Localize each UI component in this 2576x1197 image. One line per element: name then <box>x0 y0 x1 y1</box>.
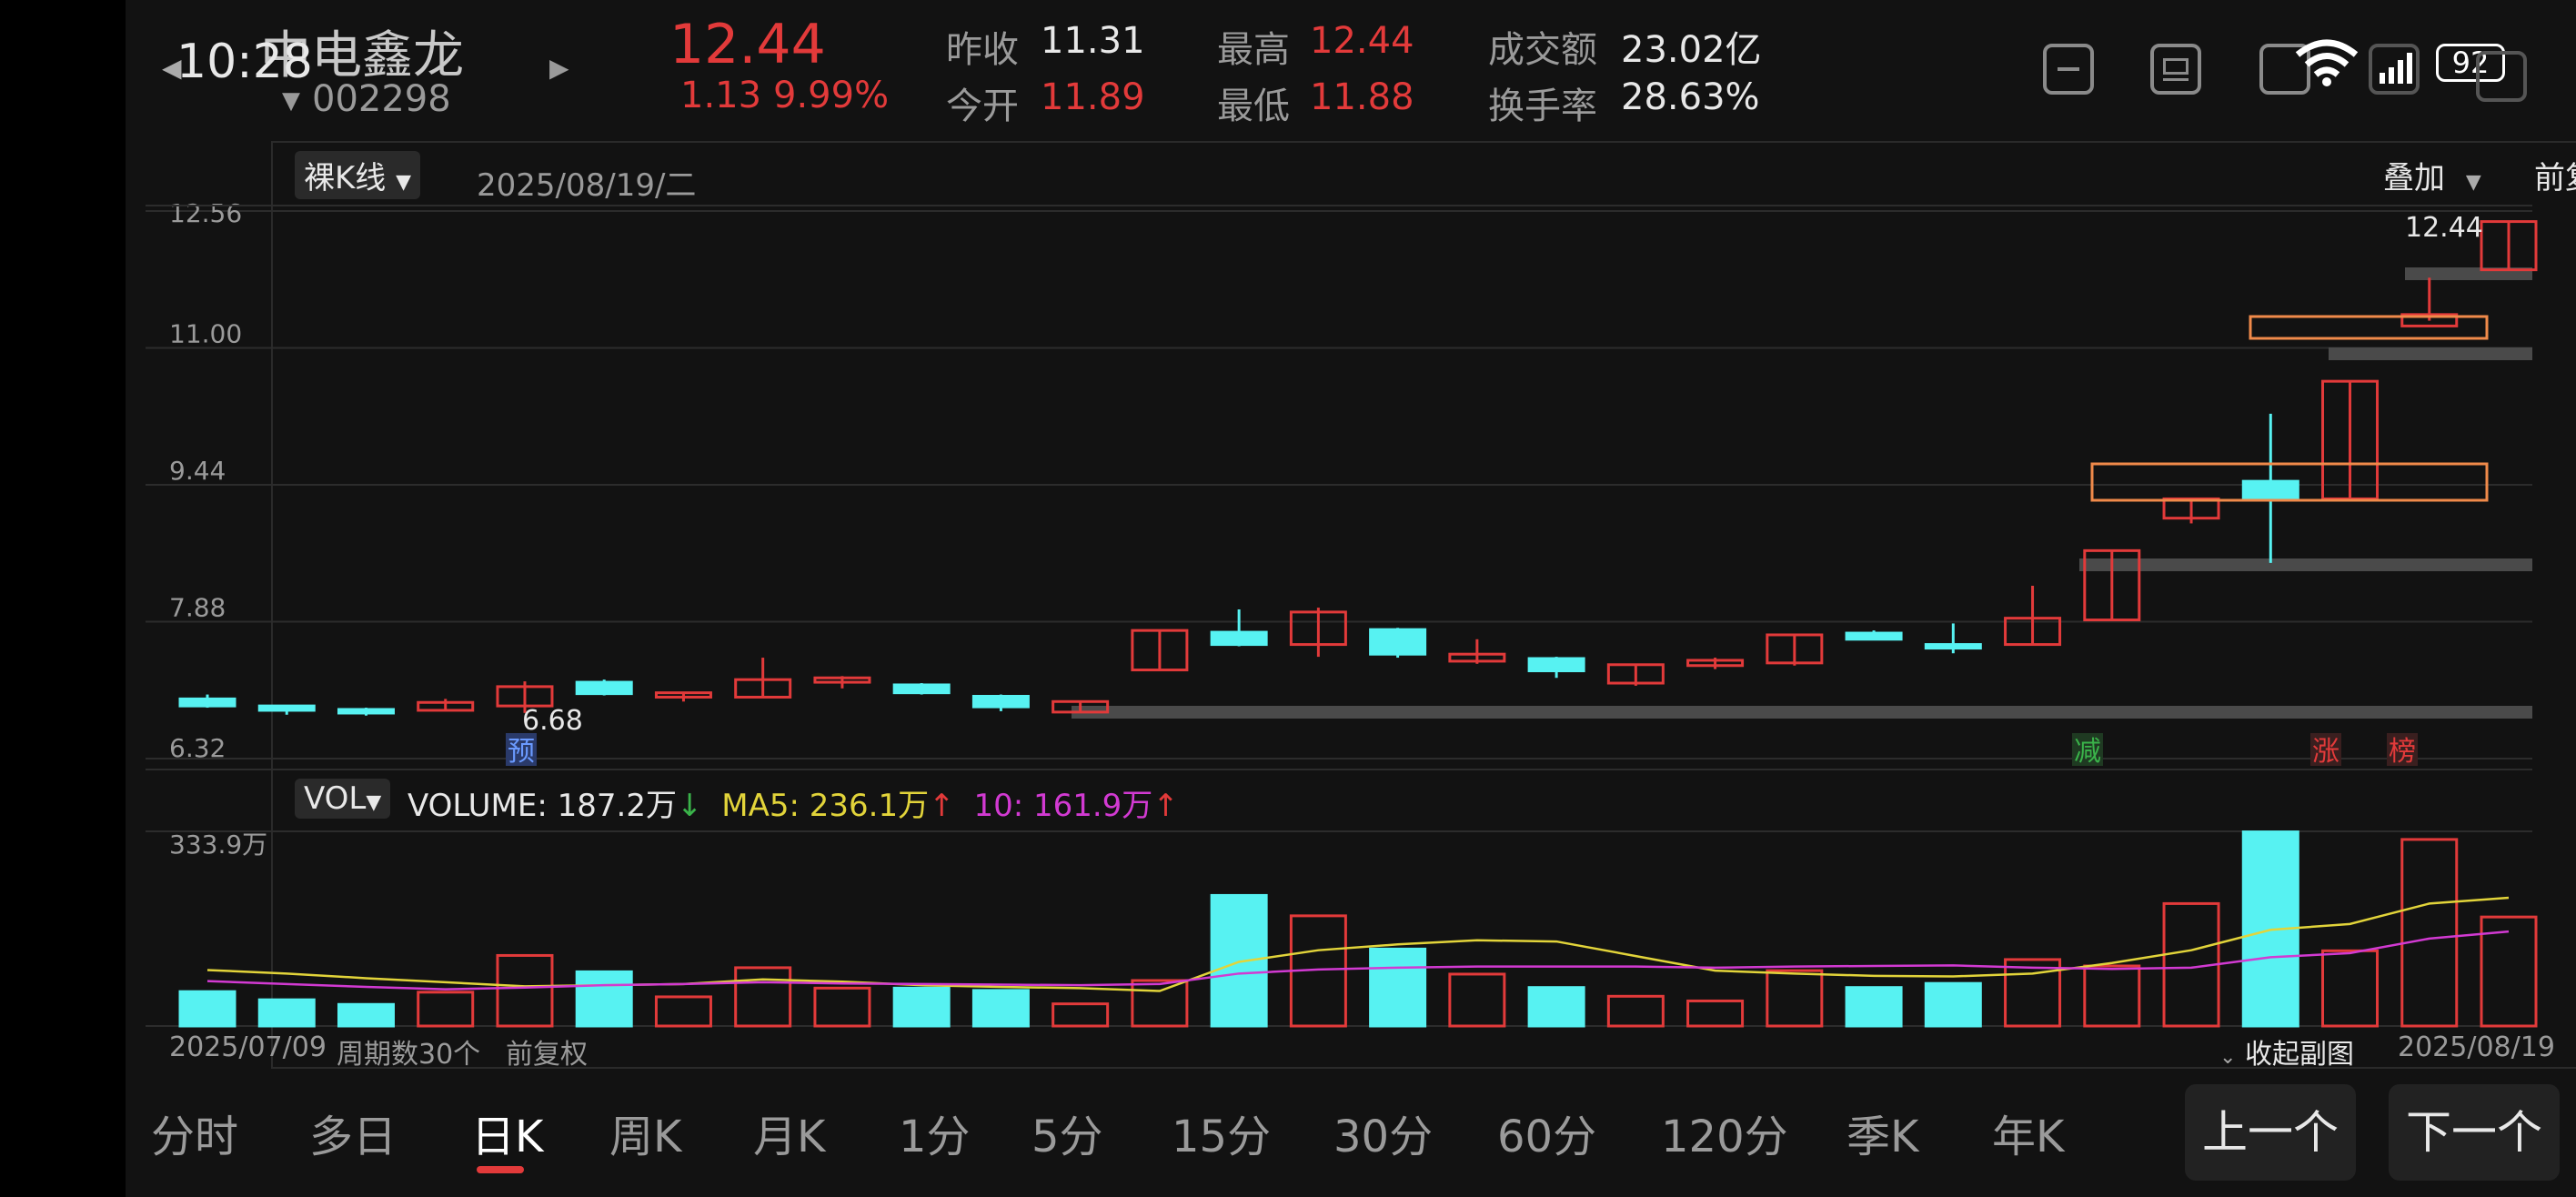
prev-close-value: 11.31 <box>1041 20 1145 62</box>
stock-code: 002298 <box>312 78 451 120</box>
volume-max-label: 333.9万 <box>169 830 267 860</box>
tab-11[interactable]: 季K <box>1846 1101 1918 1164</box>
stock-app: ◀ 10:28 中电鑫龙 ▼ 002298 ▶ 12.44 1.13 9.99%… <box>126 0 2576 1197</box>
open-label: 今开 <box>946 86 1019 127</box>
collapse-subchart-button[interactable]: ⌄ 收起副图 <box>2219 1031 2354 1071</box>
y-tick-label: 9.44 <box>169 456 226 486</box>
caret-down-icon: ▼ <box>2465 171 2481 194</box>
ma10-value: 10: 161.9万 <box>973 788 1153 824</box>
layout-icon[interactable] <box>2476 51 2527 102</box>
y-tick-label: 7.88 <box>169 593 226 623</box>
up-arrow-icon: ↑ <box>929 788 955 824</box>
low-value: 11.88 <box>1310 76 1414 118</box>
overlay-label: 叠加 <box>2383 160 2445 196</box>
overlay-dropdown[interactable]: 叠加 ▼ <box>2383 153 2481 197</box>
next-stock-button[interactable]: 下一个 <box>2389 1084 2560 1181</box>
minus-icon[interactable] <box>2043 44 2094 95</box>
active-tab-indicator <box>477 1166 524 1173</box>
tab-7[interactable]: 15分 <box>1172 1101 1271 1164</box>
tab-4[interactable]: 月K <box>753 1101 825 1164</box>
high-label: 最高 <box>1217 29 1290 71</box>
candle-body <box>178 697 236 708</box>
period-count: 周期数30个 <box>337 1039 481 1071</box>
caret-down-icon: ▼ <box>396 171 412 194</box>
ma5-value: MA5: 236.1万 <box>721 788 930 824</box>
indicator-label: VOL <box>304 780 367 817</box>
prev-stock-button[interactable]: 上一个 <box>2185 1084 2356 1181</box>
tab-0[interactable]: 分时 <box>151 1101 238 1164</box>
up-arrow-icon: ↑ <box>1152 788 1179 824</box>
tab-6[interactable]: 5分 <box>1031 1101 1103 1164</box>
left-margin <box>0 0 126 1197</box>
dropdown-caret-icon[interactable]: ▼ <box>282 87 300 115</box>
current-price: 12.44 <box>669 13 826 76</box>
prev-close-label: 昨收 <box>946 29 1019 71</box>
indicator-dropdown[interactable]: VOL▼ <box>295 779 391 819</box>
kline-type-label: 裸K线 <box>304 160 387 196</box>
y-tick-label: 12.56 <box>169 198 242 228</box>
chart-date: 2025/08/19/二 <box>477 167 697 204</box>
tab-3[interactable]: 周K <box>609 1101 681 1164</box>
tab-2[interactable]: 日K <box>471 1101 543 1164</box>
turnover-rate-label: 换手率 <box>1488 86 1597 127</box>
volume-value: VOLUME: 187.2万 <box>408 788 677 824</box>
tab-5[interactable]: 1分 <box>899 1101 971 1164</box>
tab-8[interactable]: 30分 <box>1333 1101 1433 1164</box>
signal-icon <box>2369 44 2420 95</box>
screen-icon[interactable] <box>2150 44 2201 95</box>
footer-adjust: 前复权 <box>506 1039 588 1071</box>
collapse-label: 收起副图 <box>2244 1039 2354 1071</box>
chevron-down-icon: ⌄ <box>2219 1046 2237 1069</box>
tab-1[interactable]: 多日 <box>309 1101 397 1164</box>
turnover-label: 成交额 <box>1488 29 1597 71</box>
kline-type-dropdown[interactable]: 裸K线 ▼ <box>295 151 421 199</box>
end-date: 2025/08/19 <box>2398 1031 2555 1063</box>
start-date: 2025/07/09 <box>169 1031 327 1063</box>
tab-9[interactable]: 60分 <box>1497 1101 1596 1164</box>
open-value: 11.89 <box>1041 76 1145 118</box>
caret-down-icon: ▼ <box>366 791 382 814</box>
wifi-icon <box>2294 36 2360 91</box>
volume-bar <box>178 990 236 1028</box>
low-label: 最低 <box>1217 86 1290 127</box>
turnover-rate-value: 28.63% <box>1621 76 1760 118</box>
high-value: 12.44 <box>1310 20 1414 62</box>
adjust-label: 前复权 <box>2534 160 2576 196</box>
down-arrow-icon: ↓ <box>676 788 703 824</box>
y-tick-label: 11.00 <box>169 319 242 349</box>
volume-readout: VOLUME: 187.2万↓ MA5: 236.1万↑ 10: 161.9万↑ <box>408 780 1179 825</box>
price-change: 1.13 <box>680 75 762 116</box>
tab-10[interactable]: 120分 <box>1661 1101 1788 1164</box>
adjust-dropdown[interactable]: 前复权▼ <box>2534 153 2576 197</box>
turnover-value: 23.02亿 <box>1621 29 1762 71</box>
tab-12[interactable]: 年K <box>1992 1101 2064 1164</box>
next-stock-arrow-icon[interactable]: ▶ <box>549 53 569 83</box>
price-change-pct: 9.99% <box>773 75 890 116</box>
y-tick-label: 6.32 <box>169 733 226 763</box>
chart-panel <box>271 141 2576 1069</box>
stock-name[interactable]: 中电鑫龙 <box>260 15 464 88</box>
